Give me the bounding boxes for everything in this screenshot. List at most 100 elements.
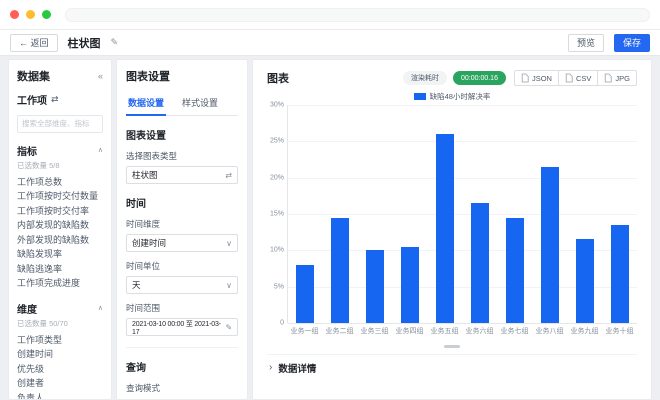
- field-item[interactable]: 创建时间: [17, 347, 103, 362]
- bar-业务九组[interactable]: [576, 239, 594, 323]
- x-tick-label: 业务一组: [287, 326, 322, 336]
- tab-style-settings[interactable]: 样式设置: [180, 93, 220, 115]
- time-dimension-label: 时间维度: [126, 218, 238, 230]
- edit-title-icon[interactable]: ✎: [111, 37, 119, 48]
- preview-button[interactable]: 预览: [568, 34, 604, 52]
- window-chrome: [0, 0, 660, 30]
- bar-业务四组[interactable]: [401, 247, 419, 323]
- switch-dataset-icon[interactable]: ⇄: [51, 94, 59, 105]
- data-details-label: 数据详情: [278, 361, 316, 375]
- edit-range-icon[interactable]: ✎: [225, 323, 232, 332]
- render-time-badge: 渲染耗时: [403, 71, 447, 85]
- y-tick-label: 15%: [270, 211, 284, 218]
- time-range-value: 2021-03-10 00:00 至 2021-03-17: [132, 319, 225, 336]
- x-tick-label: 业务四组: [392, 326, 427, 336]
- back-button[interactable]: ← 返回: [10, 34, 58, 52]
- section-name: 指标: [17, 143, 37, 158]
- toolbar: ← 返回 柱状图 ✎ 预览 保存: [0, 30, 660, 56]
- resize-handle[interactable]: [444, 345, 460, 348]
- query-mode-label: 查询模式: [126, 382, 238, 394]
- field-item[interactable]: 工作项按时交付率: [17, 204, 103, 219]
- group-query: 查询: [126, 359, 238, 374]
- y-tick-label: 0: [280, 320, 284, 327]
- bar-业务六组[interactable]: [471, 203, 489, 323]
- field-item[interactable]: 工作项类型: [17, 333, 103, 348]
- field-item[interactable]: 工作项总数: [17, 175, 103, 190]
- x-tick-label: 业务二组: [322, 326, 357, 336]
- x-tick-label: 业务十组: [602, 326, 637, 336]
- y-tick-label: 30%: [270, 102, 284, 109]
- field-item[interactable]: 缺陷发现率: [17, 247, 103, 262]
- time-range-field[interactable]: 2021-03-10 00:00 至 2021-03-17 ✎: [126, 318, 238, 336]
- gridline: [288, 178, 637, 179]
- bar-业务八组[interactable]: [541, 167, 559, 323]
- dataset-panel-title: 数据集: [17, 68, 50, 84]
- export-label: JPG: [615, 74, 630, 83]
- bar-chart: 05%10%15%20%25%30%: [267, 105, 637, 323]
- section-meta: 已选数量 50/70: [17, 318, 103, 329]
- file-icon: [521, 73, 529, 83]
- field-item[interactable]: 优先级: [17, 362, 103, 377]
- time-unit-select[interactable]: 天 ∨: [126, 276, 238, 294]
- field-item[interactable]: 工作项完成进度: [17, 276, 103, 291]
- section-meta: 已选数量 5/8: [17, 160, 103, 171]
- time-unit-label: 时间单位: [126, 260, 238, 272]
- settings-title: 图表设置: [126, 68, 238, 84]
- export-button-group: JSON CSV JPG: [514, 70, 637, 86]
- settings-tabs: 数据设置 样式设置: [126, 93, 238, 116]
- close-window-icon[interactable]: [10, 10, 19, 19]
- field-item[interactable]: 内部发现的缺陷数: [17, 218, 103, 233]
- collapse-section-icon[interactable]: ∧: [98, 304, 103, 312]
- section-name: 维度: [17, 301, 37, 316]
- tab-data-settings[interactable]: 数据设置: [126, 93, 166, 116]
- x-tick-label: 业务七组: [497, 326, 532, 336]
- bar-业务三组[interactable]: [366, 250, 384, 323]
- export-json-button[interactable]: JSON: [514, 70, 559, 86]
- bar-业务二组[interactable]: [331, 218, 349, 323]
- time-dimension-value: 创建时间: [132, 237, 166, 249]
- collapse-panel-icon[interactable]: «: [98, 71, 103, 81]
- bar-业务五组[interactable]: [436, 134, 454, 323]
- y-axis-labels: 05%10%15%20%25%30%: [267, 105, 287, 323]
- chart-type-label: 选择图表类型: [126, 150, 238, 162]
- field-item[interactable]: 外部发现的缺陷数: [17, 233, 103, 248]
- maximize-window-icon[interactable]: [42, 10, 51, 19]
- x-tick-label: 业务六组: [462, 326, 497, 336]
- file-icon: [565, 73, 573, 83]
- export-jpg-button[interactable]: JPG: [597, 70, 637, 86]
- bar-业务七组[interactable]: [506, 218, 524, 323]
- x-tick-label: 业务八组: [532, 326, 567, 336]
- minimize-window-icon[interactable]: [26, 10, 35, 19]
- export-label: JSON: [532, 74, 552, 83]
- plot-area: [287, 105, 637, 323]
- time-dimension-select[interactable]: 创建时间 ∨: [126, 234, 238, 252]
- y-tick-label: 20%: [270, 174, 284, 181]
- collapse-section-icon[interactable]: ∧: [98, 146, 103, 154]
- chart-legend[interactable]: 缺陷48小时解决率: [267, 91, 637, 101]
- save-button[interactable]: 保存: [614, 34, 650, 52]
- bar-业务一组[interactable]: [296, 265, 314, 323]
- divider: [126, 347, 238, 348]
- traffic-lights: [10, 10, 51, 19]
- field-search-input[interactable]: [17, 115, 103, 133]
- data-details-expander[interactable]: › 数据详情: [267, 354, 637, 375]
- main-area: 数据集 « 工作项 ⇄ 指标∧已选数量 5/8工作项总数工作项按时交付数量工作项…: [8, 59, 652, 400]
- swap-chart-type-icon[interactable]: ⇄: [225, 171, 232, 180]
- y-tick-label: 25%: [270, 138, 284, 145]
- x-axis-line: [288, 323, 637, 324]
- chart-type-select[interactable]: 柱状图 ⇄: [126, 166, 238, 184]
- time-unit-value: 天: [132, 279, 141, 291]
- bar-业务十组[interactable]: [611, 225, 629, 323]
- address-bar[interactable]: [65, 8, 650, 22]
- y-tick-label: 5%: [274, 283, 284, 290]
- x-tick-label: 业务三组: [357, 326, 392, 336]
- field-item[interactable]: 缺陷逃逸率: [17, 262, 103, 277]
- field-item[interactable]: 创建者: [17, 376, 103, 391]
- field-item[interactable]: 负责人: [17, 391, 103, 400]
- chevron-down-icon: ∨: [226, 239, 232, 248]
- export-csv-button[interactable]: CSV: [558, 70, 598, 86]
- field-item[interactable]: 工作项按时交付数量: [17, 189, 103, 204]
- page-title: 柱状图: [68, 35, 101, 51]
- field-sections: 指标 ∧ 已选数量 5/8 工作项总数工作项按时交付数量工作项按时交付率内部发现的缺陷…: [17, 143, 103, 400]
- x-tick-label: 业务九组: [567, 326, 602, 336]
